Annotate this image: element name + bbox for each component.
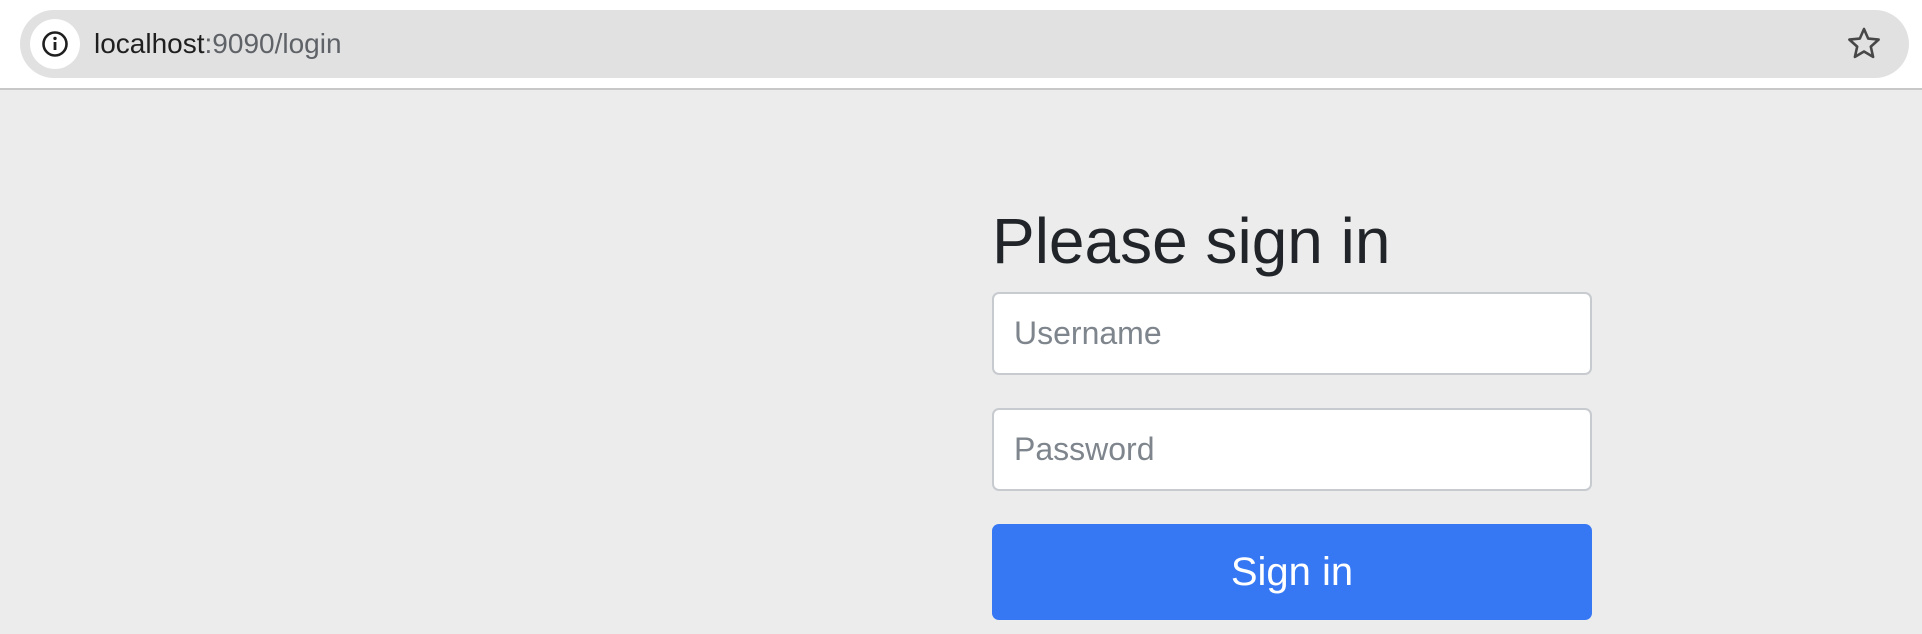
site-info-button[interactable] <box>30 19 80 69</box>
url-text[interactable]: localhost:9090/login <box>94 10 342 78</box>
address-bar[interactable]: localhost:9090/login <box>20 10 1909 78</box>
url-path: :9090/login <box>204 28 342 59</box>
password-input[interactable] <box>992 408 1592 491</box>
url-host: localhost <box>94 28 205 59</box>
page-title: Please sign in <box>992 205 1391 277</box>
page-content: Please sign in Sign in <box>0 90 1922 634</box>
star-outline-icon[interactable] <box>1845 25 1883 63</box>
browser-toolbar: localhost:9090/login <box>0 0 1922 90</box>
sign-in-button[interactable]: Sign in <box>992 524 1592 620</box>
username-input[interactable] <box>992 292 1592 375</box>
info-circle-icon <box>42 31 68 57</box>
